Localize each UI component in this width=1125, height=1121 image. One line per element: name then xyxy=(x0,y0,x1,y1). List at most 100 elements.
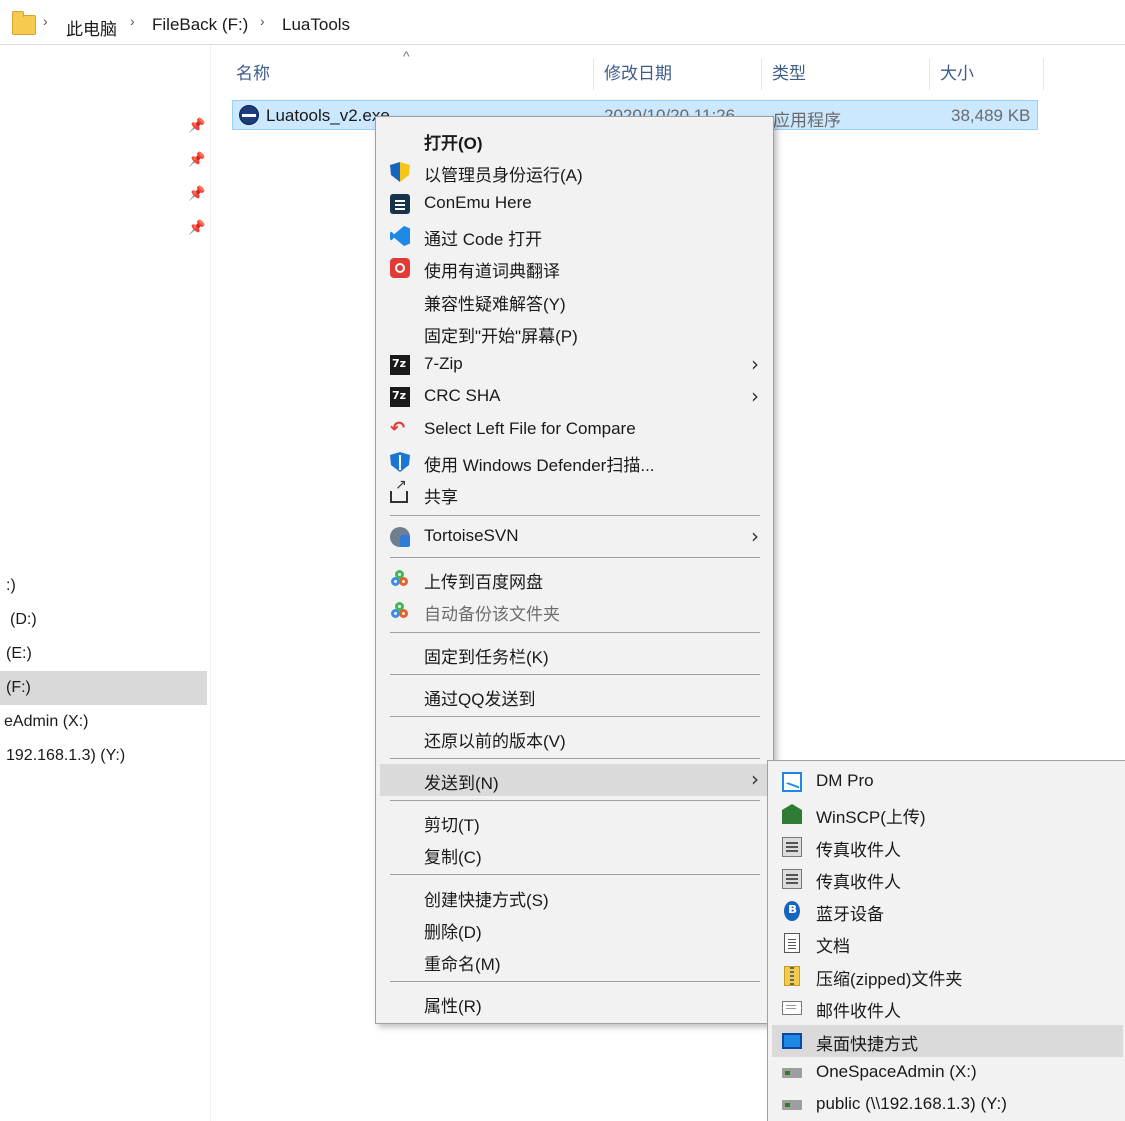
menu-item-label: 通过 Code 打开 xyxy=(424,230,543,249)
nav-item-drive-e[interactable]: (E:) xyxy=(0,637,207,671)
navigation-pane: 📌 📌 📌 📌 :) (D:) (E:) (F:) eAdmin (X:) 19… xyxy=(0,45,211,1121)
menu-item-label: 重命名(M) xyxy=(424,955,501,974)
menu-item-open[interactable]: 打开(O) xyxy=(380,124,769,156)
column-header-name[interactable]: 名称 xyxy=(232,58,594,90)
menu-item-create-shortcut[interactable]: 创建快捷方式(S) xyxy=(380,881,769,913)
menu-item-label: 自动备份该文件夹 xyxy=(424,605,560,624)
menu-item-label: 发送到(N) xyxy=(424,774,499,793)
file-name: Luatools_v2.exe xyxy=(266,106,390,125)
column-header-size[interactable]: 大小 xyxy=(936,58,1044,90)
pin-icon[interactable]: 📌 xyxy=(188,185,205,202)
breadcrumb-luatools[interactable]: LuaTools xyxy=(282,15,350,35)
menu-item-properties[interactable]: 属性(R) xyxy=(380,987,769,1019)
nav-item-drive-c[interactable]: :) xyxy=(0,569,207,603)
nav-item-drive-d[interactable]: (D:) xyxy=(0,603,207,637)
menu-item-7zip[interactable]: 7-Zip › xyxy=(380,349,769,381)
menu-item-baidu-upload[interactable]: 上传到百度网盘 xyxy=(380,563,769,595)
menu-item-open-with-code[interactable]: 通过 Code 打开 xyxy=(380,220,769,252)
menu-item-pin-to-start[interactable]: 固定到"开始"屏幕(P) xyxy=(380,317,769,349)
column-header-label: 类型 xyxy=(772,64,806,83)
menu-item-compare[interactable]: ↶ Select Left File for Compare xyxy=(380,414,769,446)
7zip-icon xyxy=(390,355,410,375)
pin-icon[interactable]: 📌 xyxy=(188,219,205,236)
menu-item-label: TortoiseSVN xyxy=(424,526,519,545)
breadcrumb-this-pc[interactable]: 此电脑 xyxy=(66,15,117,40)
menu-item-label: 共享 xyxy=(424,488,458,507)
menu-item-rename[interactable]: 重命名(M) xyxy=(380,945,769,977)
send-to-fax-recipient[interactable]: 传真收件人 xyxy=(772,831,1123,863)
menu-separator xyxy=(390,716,760,717)
send-to-dm-pro[interactable]: DM Pro xyxy=(772,766,1123,798)
menu-item-youdao-translate[interactable]: 使用有道词典翻译 xyxy=(380,252,769,284)
menu-separator xyxy=(390,874,760,875)
menu-item-share[interactable]: 共享 xyxy=(380,477,769,510)
menu-separator xyxy=(390,557,760,558)
menu-item-label: 复制(C) xyxy=(424,848,482,867)
menu-item-copy[interactable]: 复制(C) xyxy=(380,838,769,870)
baidu-netdisk-icon xyxy=(390,601,410,621)
column-header-label: 名称 xyxy=(236,64,270,83)
breadcrumb-separator: › xyxy=(260,13,265,29)
folder-icon xyxy=(12,11,36,35)
fax-icon xyxy=(782,837,802,857)
file-type: 应用程序 xyxy=(773,111,841,130)
column-header-label: 大小 xyxy=(940,64,974,83)
pin-icon[interactable]: 📌 xyxy=(188,151,205,168)
network-drive-icon xyxy=(782,1068,802,1078)
send-to-bluetooth[interactable]: 蓝牙设备 xyxy=(772,895,1123,927)
nav-item-label: :) xyxy=(6,577,16,594)
menu-item-delete[interactable]: 删除(D) xyxy=(380,913,769,945)
menu-item-run-as-admin[interactable]: 以管理员身份运行(A) xyxy=(380,156,769,188)
menu-item-crc-sha[interactable]: CRC SHA › xyxy=(380,381,769,413)
send-to-public-drive[interactable]: public (\\192.168.1.3) (Y:) xyxy=(772,1089,1123,1121)
send-to-submenu: DM Pro WinSCP(上传) 传真收件人 传真收件人 蓝牙设备 文档 压缩… xyxy=(767,760,1125,1121)
address-bar[interactable]: › 此电脑 › FileBack (F:) › LuaTools xyxy=(0,0,1125,45)
nav-item-drive-x[interactable]: eAdmin (X:) xyxy=(0,705,207,739)
nav-item-label: (D:) xyxy=(10,611,37,628)
menu-item-send-to[interactable]: 发送到(N) › xyxy=(380,764,769,796)
breadcrumb-fileback[interactable]: FileBack (F:) xyxy=(152,15,248,35)
submenu-item-label: 蓝牙设备 xyxy=(816,905,884,924)
menu-item-label: ConEmu Here xyxy=(424,193,532,212)
baidu-netdisk-icon xyxy=(390,569,410,589)
menu-item-label: 兼容性疑难解答(Y) xyxy=(424,295,566,314)
pin-icon[interactable]: 📌 xyxy=(188,117,205,134)
menu-item-label: 删除(D) xyxy=(424,923,482,942)
nav-item-label: eAdmin (X:) xyxy=(4,713,89,730)
menu-item-cut[interactable]: 剪切(T) xyxy=(380,806,769,838)
submenu-item-label: 传真收件人 xyxy=(816,873,901,892)
uac-shield-icon xyxy=(390,162,410,182)
menu-item-baidu-backup[interactable]: 自动备份该文件夹 xyxy=(380,595,769,627)
menu-item-tortoisesvn[interactable]: TortoiseSVN › xyxy=(380,521,769,553)
zip-folder-icon xyxy=(784,966,800,986)
submenu-arrow-icon: › xyxy=(751,767,759,791)
menu-item-restore-versions[interactable]: 还原以前的版本(V) xyxy=(380,722,769,754)
send-to-documents[interactable]: 文档 xyxy=(772,927,1123,959)
desktop-icon xyxy=(782,1033,802,1049)
send-to-winscp[interactable]: WinSCP(上传) xyxy=(772,798,1123,830)
nav-item-drive-y[interactable]: 192.168.1.3) (Y:) xyxy=(0,739,207,773)
document-icon xyxy=(784,933,800,953)
menu-item-compatibility[interactable]: 兼容性疑难解答(Y) xyxy=(380,285,769,317)
menu-item-qq-send[interactable]: 通过QQ发送到 xyxy=(380,680,769,712)
compare-undo-icon: ↶ xyxy=(390,418,406,439)
send-to-onespaceadmin-drive[interactable]: OneSpaceAdmin (X:) xyxy=(772,1057,1123,1089)
youdao-icon xyxy=(390,258,410,278)
nav-item-drive-f[interactable]: (F:) xyxy=(0,671,207,705)
menu-separator xyxy=(390,800,760,801)
column-header-modified[interactable]: 修改日期 xyxy=(600,58,762,90)
send-to-fax-recipient[interactable]: 传真收件人 xyxy=(772,863,1123,895)
column-header-label: 修改日期 xyxy=(604,64,672,83)
menu-item-defender-scan[interactable]: 使用 Windows Defender扫描... xyxy=(380,446,769,478)
menu-item-pin-taskbar[interactable]: 固定到任务栏(K) xyxy=(380,638,769,670)
menu-item-conemu[interactable]: ConEmu Here xyxy=(380,188,769,220)
column-header-type[interactable]: 类型 xyxy=(768,58,930,90)
send-to-mail-recipient[interactable]: 邮件收件人 xyxy=(772,992,1123,1024)
send-to-zip-folder[interactable]: 压缩(zipped)文件夹 xyxy=(772,960,1123,992)
menu-separator xyxy=(390,674,760,675)
tortoisesvn-icon xyxy=(390,527,410,547)
share-icon xyxy=(390,477,408,503)
breadcrumb-separator: › xyxy=(130,13,135,29)
fax-icon xyxy=(782,869,802,889)
send-to-desktop-shortcut[interactable]: 桌面快捷方式 xyxy=(772,1025,1123,1057)
